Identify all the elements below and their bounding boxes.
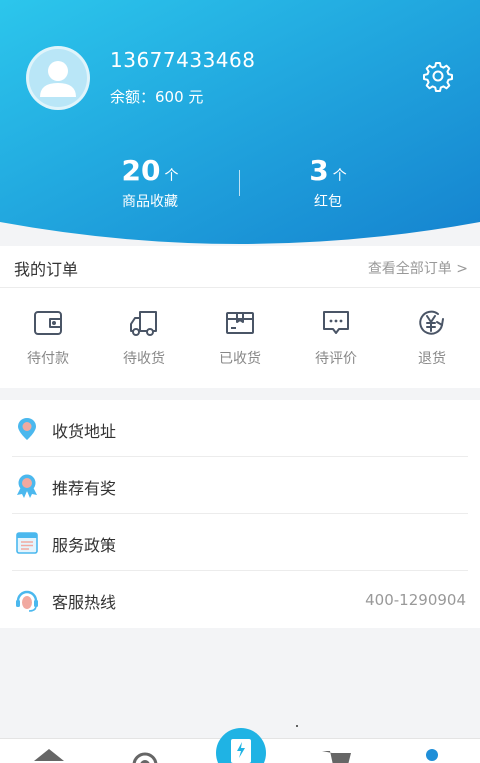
home-tab-icon[interactable] [32,747,66,763]
user-balance: 余额：600 元 [110,88,204,106]
stat-red-packets-count: 3 [309,154,329,187]
service-menu: 收货地址 推荐有奖 服务政策 客服热线 400-1290904 [0,400,480,628]
avatar[interactable] [26,46,90,110]
menu-item-service-policy-label: 服务政策 [52,536,117,555]
comment-icon [323,311,349,334]
box-icon [226,312,254,334]
menu-item-hotline-label: 客服热线 [52,593,117,612]
menu-item-referral[interactable]: 推荐有奖 [0,457,480,514]
service-tab-icon[interactable] [128,747,162,763]
stat-divider [239,170,240,196]
order-status-row: 待付款 待收货 已收货 待评价 退货 [0,288,480,388]
lightning-document-icon [231,739,251,763]
hotline-number[interactable]: 400-1290904 [365,591,466,609]
document-icon [16,532,38,554]
stat-favorites-unit: 个 [164,168,179,184]
order-return-label: 退货 [418,351,446,367]
my-orders-title: 我的订单 [14,260,79,279]
center-action-tab[interactable] [216,728,266,763]
my-orders-header: 我的订单 查看全部订单 > [0,246,480,288]
award-ribbon-icon [17,474,37,498]
user-avatar-icon [40,61,76,97]
order-pending-payment-label: 待付款 [27,351,69,367]
view-all-orders-link[interactable]: 查看全部订单 > [368,258,468,278]
order-pending-review-label: 待评价 [315,351,357,367]
cart-tab-icon[interactable] [320,749,354,763]
menu-item-hotline[interactable]: 客服热线 400-1290904 [0,571,480,628]
order-pending-review[interactable]: 待评价 [288,308,384,368]
yen-return-icon [419,310,444,335]
decorative-dot [296,725,298,727]
menu-item-referral-label: 推荐有奖 [52,479,117,498]
menu-item-address[interactable]: 收货地址 [0,400,480,457]
gear-icon [423,62,453,92]
truck-icon [130,311,157,336]
order-pending-receipt-label: 待收货 [123,351,165,367]
order-return[interactable]: 退货 [384,308,480,368]
stat-red-packets[interactable]: 3个 红包 [253,154,403,211]
stat-favorites[interactable]: 20 个 商品收藏 [75,154,225,211]
order-received[interactable]: 已收货 [192,308,288,368]
order-received-label: 已收货 [219,351,261,367]
profile-header: 13677433468 余额：600 元 20 个 商品收藏 3个 红包 [0,0,480,246]
stat-favorites-label: 商品收藏 [122,194,178,210]
profile-tab-icon[interactable] [426,749,438,761]
menu-item-service-policy[interactable]: 服务政策 [0,514,480,571]
order-pending-receipt[interactable]: 待收货 [96,308,192,368]
order-pending-payment[interactable]: 待付款 [0,308,96,368]
stat-favorites-count: 20 [121,154,161,187]
settings-button[interactable] [422,60,454,92]
menu-item-address-label: 收货地址 [52,422,117,441]
location-pin-icon [18,418,36,440]
user-phone: 13677433468 [110,48,256,72]
header-background [0,0,480,244]
stat-red-packets-unit: 个 [332,168,347,184]
headset-icon [16,590,38,612]
stat-red-packets-label: 红包 [314,194,342,210]
wallet-icon [34,311,62,335]
